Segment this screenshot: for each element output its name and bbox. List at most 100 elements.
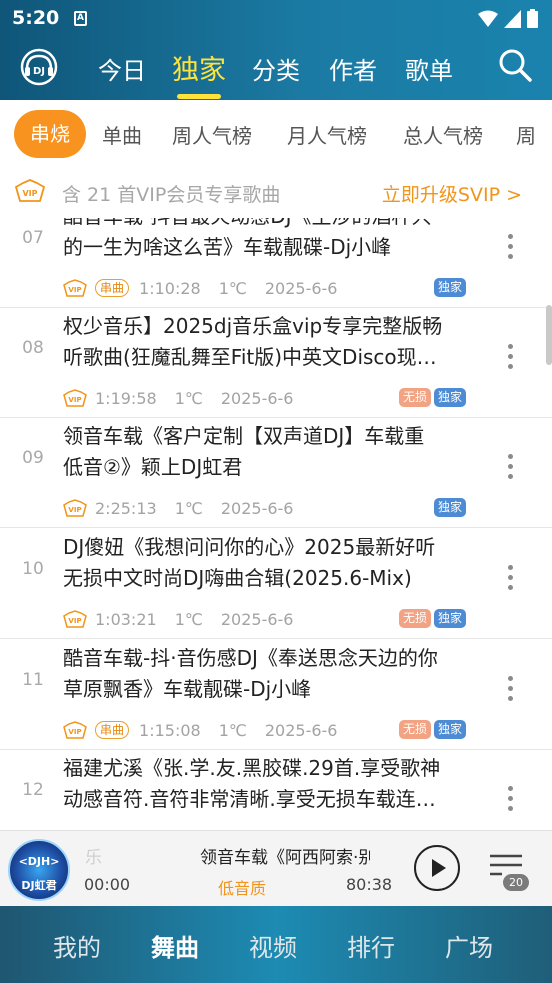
song-meta: VIP 串曲 1:10:28 1℃ 2025-6-6 <box>63 277 355 299</box>
song-title-line1: 酷音车载-抖音最火动感DJ《生涉的酒杯只 <box>63 218 483 232</box>
tab-playlist[interactable]: 歌单 <box>405 51 453 86</box>
active-tab-indicator <box>177 94 221 99</box>
app-header: 5:20 A DJ 今日 独家 分类 作者 歌单 <box>0 0 552 100</box>
song-list: 07 酷音车载-抖音最火动感DJ《生涉的酒杯只的一生为啥这么苦》车载靓碟-Dj小峰… <box>0 218 552 830</box>
tab-exclusive[interactable]: 独家 <box>172 48 226 87</box>
song-meta: VIP 1:19:58 1℃ 2025-6-6 <box>63 387 311 409</box>
chip-week-cut[interactable]: 周 <box>516 120 536 149</box>
status-time: 5:20 <box>12 7 60 29</box>
play-icon <box>432 859 446 877</box>
song-date: 2025-6-6 <box>220 498 294 518</box>
song-duration: 1:15:08 <box>139 720 201 740</box>
song-title-line2: 动感音符.音符非常清晰.享受无损车载连… <box>63 787 436 811</box>
nav-dance-music[interactable]: 舞曲 <box>151 928 199 963</box>
bottom-navigation: 我的 舞曲 视频 排行 广场 <box>0 906 552 983</box>
song-title-line1: 酷音车载-抖·音伤感DJ《奉送思念天边的你 <box>63 646 438 670</box>
album-disc[interactable]: <DJH> DJ虹君 <box>8 839 70 901</box>
nav-mine[interactable]: 我的 <box>53 928 101 963</box>
dj-logo-icon[interactable]: DJ <box>20 48 58 86</box>
search-icon[interactable] <box>498 48 532 82</box>
song-row[interactable]: 10 DJ傻妞《我想问问你的心》2025最新好听 无损中文时尚DJ嗨曲合辑(2025… <box>0 529 552 639</box>
chip-single[interactable]: 单曲 <box>102 120 142 149</box>
song-title-line2: 无损中文时尚DJ嗨曲合辑(2025.6-Mix) <box>63 566 412 590</box>
song-tags: 独家 <box>433 278 466 297</box>
vip-icon: VIP <box>63 389 87 407</box>
exclusive-tag: 独家 <box>433 278 466 297</box>
song-tags: 无损 独家 <box>398 609 466 628</box>
wifi-icon <box>478 10 498 27</box>
song-number: 10 <box>22 559 44 579</box>
quality-selector[interactable]: 低音质 <box>218 875 266 899</box>
vip-song-count: 含 21 首VIP会员专享歌曲 <box>62 184 281 206</box>
nav-video[interactable]: 视频 <box>249 928 297 963</box>
notification-a-icon: A <box>74 11 87 26</box>
filter-chips: 串烧 单曲 周人气榜 月人气榜 总人气榜 周 <box>0 100 552 168</box>
song-row[interactable]: 07 酷音车载-抖音最火动感DJ《生涉的酒杯只的一生为啥这么苦》车载靓碟-Dj小峰… <box>0 218 552 308</box>
song-row[interactable]: 08 权少音乐】2025dj音乐盒vip专享完整版畅 听歌曲(狂魔乱舞至Fit版)中… <box>0 308 552 418</box>
more-options-icon[interactable] <box>508 344 514 369</box>
tab-author[interactable]: 作者 <box>329 51 377 86</box>
status-icons <box>478 9 538 28</box>
more-options-icon[interactable] <box>508 234 514 259</box>
now-playing-title: 领音车载《阿西阿索·别啊 <box>200 848 370 868</box>
chip-total-popular[interactable]: 总人气榜 <box>403 120 483 149</box>
exclusive-tag: 独家 <box>433 498 466 517</box>
tab-category[interactable]: 分类 <box>252 51 300 86</box>
lossless-tag: 无损 <box>398 388 431 407</box>
song-title-line1: 领音车载《客户定制【双声道DJ】车载重 <box>63 424 425 448</box>
top-navigation: DJ 今日 独家 分类 作者 歌单 <box>0 38 552 100</box>
upgrade-svip-link[interactable]: 立即升级SVIP > <box>382 180 522 207</box>
vip-icon: VIP <box>63 721 87 739</box>
mini-player[interactable]: <DJH> DJ虹君 乐 领音车载《阿西阿索·别啊 00:00 低音质 80:3… <box>0 830 552 906</box>
song-duration: 2:25:13 <box>95 498 157 518</box>
more-options-icon[interactable] <box>508 676 514 701</box>
song-number: 09 <box>22 448 44 468</box>
disc-bottom-label: DJ虹君 <box>21 879 57 892</box>
more-options-icon[interactable] <box>508 454 514 479</box>
vip-icon: VIP <box>63 499 87 517</box>
song-duration: 1:03:21 <box>95 609 157 629</box>
song-row[interactable]: 11 酷音车载-抖·音伤感DJ《奉送思念天边的你 草原飘香》车载靓碟-Dj小峰 VIP… <box>0 640 552 750</box>
more-options-icon[interactable] <box>508 565 514 590</box>
svg-text:VIP: VIP <box>68 728 81 736</box>
song-number: 08 <box>22 338 44 358</box>
song-duration: 1:10:28 <box>139 278 201 298</box>
tab-today[interactable]: 今日 <box>98 51 146 86</box>
song-date: 2025-6-6 <box>220 609 294 629</box>
song-number: 11 <box>22 670 44 690</box>
more-options-icon[interactable] <box>508 786 514 811</box>
song-row[interactable]: 12 福建尤溪《张.学.友.黑胶碟.29首.享受歌神 动感音符.音符非常清晰.享受无… <box>0 750 552 830</box>
exclusive-tag: 独家 <box>433 720 466 739</box>
play-button[interactable] <box>414 845 460 891</box>
chip-monthly-popular[interactable]: 月人气榜 <box>287 120 367 149</box>
chip-weekly-popular[interactable]: 周人气榜 <box>172 120 252 149</box>
vip-banner: VIP 含 21 首VIP会员专享歌曲 立即升级SVIP > <box>0 168 552 218</box>
song-title-line2: 低音②》颖上DJ虹君 <box>63 455 243 479</box>
song-meta: VIP 串曲 1:15:08 1℃ 2025-6-6 <box>63 719 355 741</box>
previous-title-fade: 乐 <box>85 848 102 868</box>
lossless-tag: 无损 <box>398 720 431 739</box>
song-temp: 1℃ <box>174 498 203 518</box>
queue-count-badge: 20 <box>503 874 529 891</box>
song-date: 2025-6-6 <box>264 278 338 298</box>
vip-crown-icon: VIP <box>14 179 46 202</box>
vip-icon: VIP <box>63 279 87 297</box>
svg-text:VIP: VIP <box>68 617 81 625</box>
song-tags: 无损 独家 <box>398 388 466 407</box>
nav-ranking[interactable]: 排行 <box>347 928 395 963</box>
chip-medley[interactable]: 串烧 <box>14 110 86 158</box>
song-meta: VIP 1:03:21 1℃ 2025-6-6 <box>63 608 311 630</box>
song-number: 12 <box>22 780 44 800</box>
song-row[interactable]: 09 领音车载《客户定制【双声道DJ】车载重 低音②》颖上DJ虹君 VIP 2:25:1… <box>0 418 552 528</box>
svg-text:VIP: VIP <box>22 189 37 198</box>
signal-icon <box>504 9 521 28</box>
vip-icon: VIP <box>63 610 87 628</box>
song-title-line1: DJ傻妞《我想问问你的心》2025最新好听 <box>63 535 436 559</box>
song-title-line1: 权少音乐】2025dj音乐盒vip专享完整版畅 <box>63 314 443 338</box>
svg-text:DJ: DJ <box>33 66 45 77</box>
nav-square[interactable]: 广场 <box>445 928 493 963</box>
medley-badge: 串曲 <box>95 721 130 739</box>
song-date: 2025-6-6 <box>220 388 294 408</box>
svg-text:VIP: VIP <box>68 286 81 294</box>
scrollbar[interactable] <box>546 305 552 365</box>
